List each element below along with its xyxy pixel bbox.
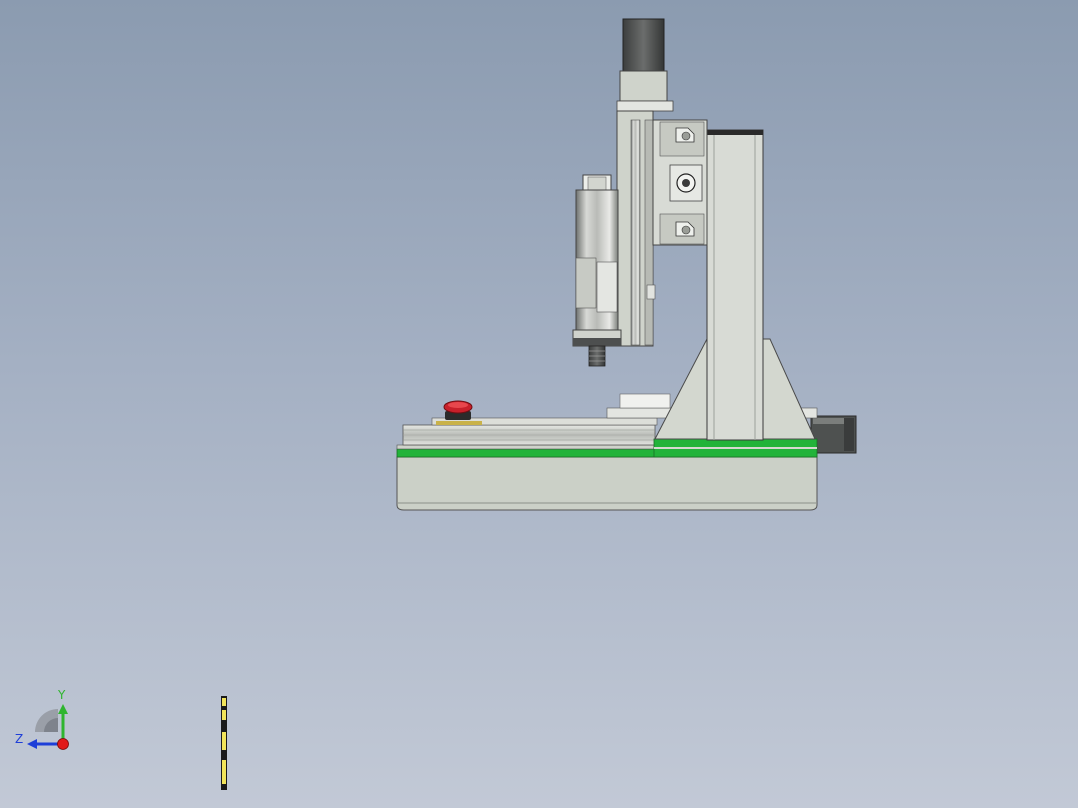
cnc-machine-model[interactable] xyxy=(0,0,1078,808)
spindle-motor xyxy=(572,174,622,367)
triad-z-label: Z xyxy=(15,732,24,746)
z-axis-motor xyxy=(616,18,674,112)
z-carriage xyxy=(616,110,708,347)
emergency-stop-icon[interactable] xyxy=(436,400,482,425)
graphics-viewport[interactable]: Y Z xyxy=(0,0,1078,808)
triad-y-label: Y xyxy=(58,688,66,702)
origin-marker-icon xyxy=(221,696,227,790)
z-axis-column xyxy=(706,129,764,441)
x-axis-motor xyxy=(810,415,857,454)
